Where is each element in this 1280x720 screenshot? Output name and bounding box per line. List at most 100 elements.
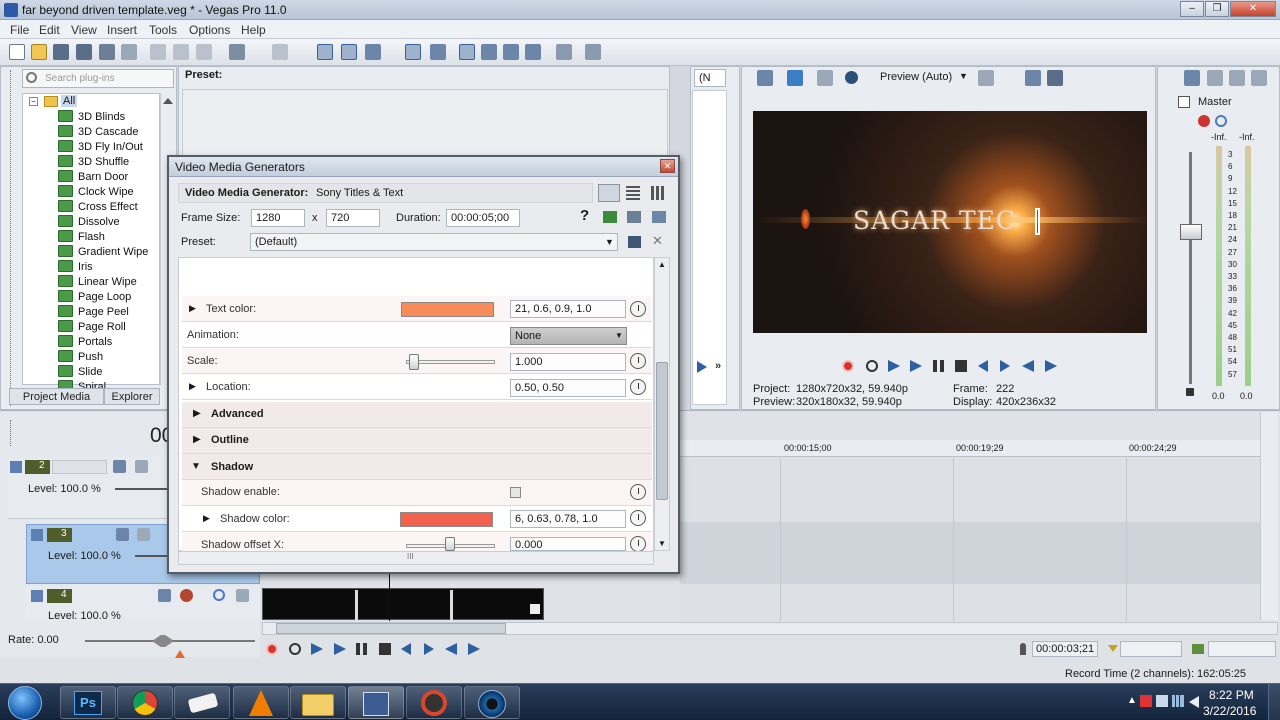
- track-motion-icon[interactable]: [116, 528, 129, 541]
- view-grid-icon[interactable]: [651, 186, 665, 200]
- shadow-offset-keyframe-icon[interactable]: [630, 536, 646, 552]
- network-flag-icon[interactable]: [1156, 695, 1168, 707]
- minimize-button[interactable]: –: [1180, 1, 1204, 17]
- scale-slider-thumb[interactable]: [409, 354, 419, 370]
- plugin-chain-icon[interactable]: [603, 211, 617, 223]
- taskbar-eraser[interactable]: [174, 686, 230, 719]
- advanced-expand-icon[interactable]: ▶: [193, 408, 201, 419]
- auto-ripple-icon[interactable]: [459, 44, 475, 60]
- preset-dropdown-arrow-icon[interactable]: ▼: [605, 237, 614, 247]
- lock-icon[interactable]: [1186, 388, 1194, 396]
- preview-quality-arrow-icon[interactable]: ▼: [959, 71, 968, 81]
- pause-icon[interactable]: [933, 360, 944, 372]
- selection-start-field[interactable]: [1120, 641, 1182, 657]
- menu-help[interactable]: Help: [241, 23, 266, 37]
- tray-app-icon[interactable]: [1140, 695, 1152, 707]
- loop-icon[interactable]: [866, 360, 878, 372]
- fit-icon[interactable]: [525, 44, 541, 60]
- shadow-offset-slider-thumb[interactable]: [445, 537, 455, 551]
- track-name-field-2[interactable]: [52, 460, 107, 474]
- properties-scroll-thumb[interactable]: [656, 362, 668, 500]
- dialog-h-scrollbar[interactable]: [178, 551, 654, 565]
- track-motion-icon[interactable]: [113, 460, 126, 473]
- maximize-button[interactable]: ❐: [1205, 1, 1229, 17]
- marker-icon[interactable]: [556, 44, 572, 60]
- show-desktop-button[interactable]: [1268, 684, 1280, 720]
- video-event-clip[interactable]: [262, 588, 544, 620]
- plugin-item[interactable]: Dissolve: [58, 215, 120, 230]
- open-icon[interactable]: [31, 44, 47, 60]
- app-icon[interactable]: [4, 3, 18, 17]
- plugin-item[interactable]: Slide: [58, 365, 102, 380]
- current-time-field[interactable]: 00:00:03;21: [1032, 641, 1098, 657]
- master-mute-icon[interactable]: [1215, 115, 1227, 127]
- shadow-color-expand-icon[interactable]: ▶: [203, 513, 210, 524]
- save-icon[interactable]: [53, 44, 69, 60]
- downmix-icon[interactable]: [1207, 70, 1223, 86]
- tree-expand-icon[interactable]: −: [29, 97, 38, 106]
- clock-date[interactable]: 3/22/2016: [1203, 704, 1256, 718]
- dialog-close-button[interactable]: ✕: [660, 159, 675, 173]
- scroll-up-icon[interactable]: [163, 98, 173, 104]
- taskbar-vlc[interactable]: [233, 686, 289, 719]
- track-solo-icon[interactable]: [236, 589, 249, 602]
- go-to-start-icon[interactable]: [978, 360, 988, 372]
- taskbar-vegas[interactable]: [348, 686, 404, 719]
- duration-input[interactable]: 00:00:05;00: [446, 209, 520, 227]
- plugin-item[interactable]: Linear Wipe: [58, 275, 137, 290]
- plugin-item[interactable]: Iris: [58, 260, 93, 275]
- plugin-item[interactable]: Clock Wipe: [58, 185, 134, 200]
- play-icon[interactable]: [910, 360, 922, 372]
- tl-prev-frame-icon[interactable]: [445, 643, 457, 655]
- frame-width-input[interactable]: 1280: [251, 209, 305, 227]
- more-icon[interactable]: »: [715, 360, 721, 372]
- normal-edit-tool-icon[interactable]: [317, 44, 333, 60]
- copy-snapshot-icon[interactable]: [1025, 70, 1041, 86]
- location-value[interactable]: 0.50, 0.50: [510, 379, 626, 397]
- record-icon[interactable]: [842, 360, 854, 372]
- next-frame-icon[interactable]: [1045, 360, 1057, 372]
- overlays-icon[interactable]: [978, 70, 994, 86]
- plugin-item[interactable]: Cross Effect: [58, 200, 138, 215]
- plugin-item[interactable]: Page Roll: [58, 320, 126, 335]
- properties-scroll-up-icon[interactable]: ▲: [658, 260, 666, 269]
- scale-keyframe-icon[interactable]: [630, 353, 646, 369]
- preview-quality-icon[interactable]: [845, 71, 858, 84]
- text-color-value[interactable]: 21, 0.6, 0.9, 1.0: [510, 300, 626, 318]
- tl-record-icon[interactable]: [266, 643, 278, 655]
- redo-icon[interactable]: [272, 44, 288, 60]
- track-motion-icon[interactable]: [158, 589, 171, 602]
- plugin-item[interactable]: 3D Cascade: [58, 125, 139, 140]
- go-to-end-icon[interactable]: [1000, 360, 1010, 372]
- outline-expand-icon[interactable]: ▶: [193, 434, 201, 445]
- plugin-item[interactable]: Push: [58, 350, 103, 365]
- plugin-item[interactable]: Barn Door: [58, 170, 128, 185]
- track-fx-icon[interactable]: [137, 528, 150, 541]
- selection-length-field[interactable]: [1208, 641, 1276, 657]
- outline-section[interactable]: [182, 428, 652, 454]
- volume-icon[interactable]: [1189, 696, 1199, 708]
- text-cursor-handle[interactable]: [1035, 208, 1040, 235]
- tl-stop-icon[interactable]: [379, 643, 391, 655]
- plugin-item[interactable]: Portals: [58, 335, 112, 350]
- taskbar-camera[interactable]: [464, 686, 520, 719]
- delete-preset-icon[interactable]: ✕: [652, 233, 663, 249]
- windows-start-icon[interactable]: [8, 686, 42, 720]
- timeline-h-scroll-thumb[interactable]: [276, 623, 506, 634]
- menu-view[interactable]: View: [71, 23, 97, 37]
- tray-expand-icon[interactable]: ▲: [1127, 695, 1137, 706]
- plugin-item[interactable]: Page Loop: [58, 290, 131, 305]
- animation-dropdown-arrow-icon[interactable]: ▼: [615, 331, 623, 340]
- playhead-line[interactable]: [389, 573, 390, 621]
- clip-fx-icon[interactable]: [530, 604, 540, 614]
- shadow-collapse-icon[interactable]: ▼: [191, 461, 201, 472]
- dialog-title-bar[interactable]: Video Media Generators ✕: [169, 157, 678, 177]
- shadow-offset-value[interactable]: 0.000: [510, 537, 626, 551]
- scale-slider-track[interactable]: [406, 360, 495, 364]
- play-from-start-icon[interactable]: [888, 360, 900, 372]
- shadow-color-swatch[interactable]: [400, 512, 493, 527]
- plugin-item[interactable]: Flash: [58, 230, 105, 245]
- taskbar-chrome[interactable]: [117, 686, 173, 719]
- paste-icon[interactable]: [196, 44, 212, 60]
- location-keyframe-icon[interactable]: [630, 379, 646, 395]
